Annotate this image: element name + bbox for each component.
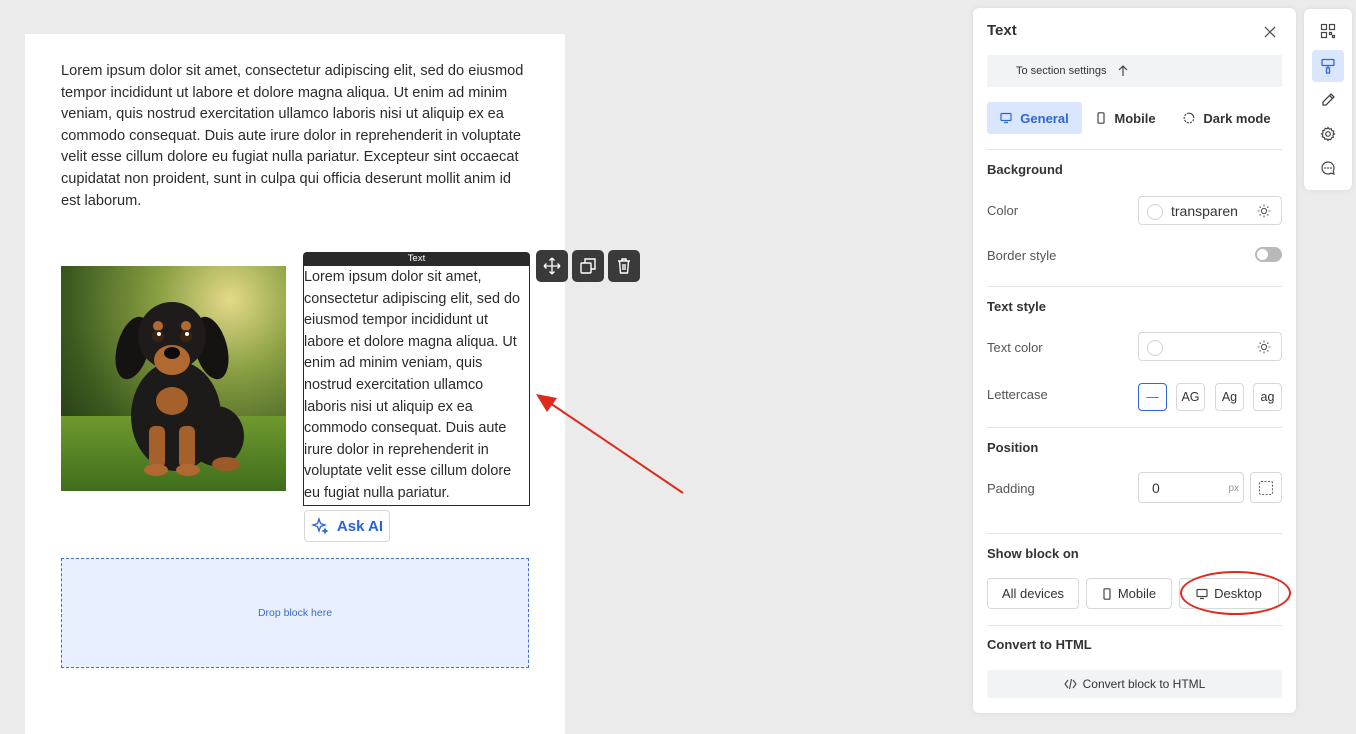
move-icon xyxy=(543,257,561,275)
divider xyxy=(987,533,1282,534)
tab-dark-mode[interactable]: Dark mode xyxy=(1170,102,1284,134)
code-icon xyxy=(1063,678,1077,690)
convert-button-label: Convert block to HTML xyxy=(1082,677,1206,691)
gear-icon xyxy=(1320,126,1336,142)
text-style-section-title: Text style xyxy=(987,299,1047,314)
drop-zone-label: Drop block here xyxy=(257,607,333,619)
comments-button[interactable] xyxy=(1312,152,1344,184)
drop-zone[interactable]: Drop block here xyxy=(61,558,529,668)
dark-mode-icon xyxy=(1184,112,1195,124)
text-color-field[interactable] xyxy=(1138,332,1282,361)
border-style-label: Border style xyxy=(987,248,1057,263)
trash-icon xyxy=(618,258,630,274)
chat-icon xyxy=(1321,161,1335,175)
lettercase-label: Lettercase xyxy=(987,387,1048,402)
padding-label: Padding xyxy=(987,481,1035,496)
color-swatch xyxy=(1147,204,1163,220)
padding-sides-button[interactable] xyxy=(1250,472,1282,503)
show-mobile-button[interactable]: Mobile xyxy=(1086,578,1172,609)
position-section-title: Position xyxy=(987,440,1039,455)
device-tabs: General Mobile Dark mode xyxy=(987,102,1284,134)
all-devices-label: All devices xyxy=(1001,586,1065,601)
delete-block-button[interactable] xyxy=(608,250,640,282)
text-color-swatch xyxy=(1147,340,1163,356)
tab-dark-mode-label: Dark mode xyxy=(1203,110,1271,126)
tab-mobile[interactable]: Mobile xyxy=(1082,102,1170,134)
show-block-on-title: Show block on xyxy=(987,546,1079,561)
style-button[interactable] xyxy=(1312,50,1344,82)
arrow-up-icon xyxy=(1118,65,1127,76)
background-color-field[interactable]: transparen xyxy=(1138,196,1282,225)
selected-text-block[interactable]: Lorem ipsum dolor sit amet, consectetur … xyxy=(303,265,530,506)
text-paragraph[interactable]: Lorem ipsum dolor sit amet, consectetur … xyxy=(61,61,533,212)
blocks-button[interactable] xyxy=(1312,15,1344,47)
convert-section-title: Convert to HTML xyxy=(987,637,1092,652)
tab-general[interactable]: General xyxy=(987,102,1082,134)
text-block-label: Text xyxy=(303,252,530,265)
ask-ai-label: Ask AI xyxy=(336,517,384,535)
lettercase-none-button[interactable]: — xyxy=(1138,383,1167,411)
desktop-icon xyxy=(1000,112,1012,124)
color-label: Color xyxy=(987,203,1019,218)
text-block-content[interactable]: Lorem ipsum dolor sit amet, consectetur … xyxy=(304,266,529,505)
padding-input[interactable]: 0 px xyxy=(1138,472,1244,503)
paint-roller-icon xyxy=(1321,58,1335,74)
duplicate-icon xyxy=(580,258,596,274)
border-style-toggle[interactable] xyxy=(1255,247,1282,262)
mobile-label: Mobile xyxy=(1117,586,1157,601)
settings-button[interactable] xyxy=(1312,118,1344,150)
divider xyxy=(987,427,1282,428)
padding-unit: px xyxy=(1228,483,1239,494)
mobile-icon xyxy=(1103,587,1111,600)
lettercase-capitalize-button[interactable]: Ag xyxy=(1215,383,1244,411)
edit-button[interactable] xyxy=(1312,84,1344,116)
panel-title: Text xyxy=(987,22,1017,39)
lettercase-upper-button[interactable]: AG xyxy=(1176,383,1205,411)
pencil-icon xyxy=(1322,93,1335,106)
padding-value: 0 xyxy=(1152,480,1160,496)
background-color-value: transparen xyxy=(1171,203,1238,219)
annotation-arrow xyxy=(536,394,684,494)
to-section-settings-button[interactable]: To section settings xyxy=(987,55,1282,87)
tool-rail xyxy=(1304,9,1352,190)
to-section-label: To section settings xyxy=(1016,65,1107,77)
dog-image[interactable] xyxy=(61,266,286,491)
grid-icon xyxy=(1320,23,1336,39)
divider xyxy=(987,149,1282,150)
convert-to-html-button[interactable]: Convert block to HTML xyxy=(987,670,1282,698)
sun-icon[interactable] xyxy=(1257,340,1271,354)
move-block-button[interactable] xyxy=(536,250,568,282)
text-color-label: Text color xyxy=(987,340,1043,355)
mobile-icon xyxy=(1097,112,1106,124)
duplicate-block-button[interactable] xyxy=(572,250,604,282)
padding-sides-icon xyxy=(1258,480,1274,496)
divider xyxy=(987,286,1282,287)
show-all-devices-button[interactable]: All devices xyxy=(987,578,1079,609)
ask-ai-button[interactable]: Ask AI xyxy=(304,510,390,542)
annotation-circle xyxy=(1180,571,1291,615)
sparkle-icon xyxy=(310,517,329,535)
tab-mobile-label: Mobile xyxy=(1114,110,1156,126)
close-icon[interactable] xyxy=(1262,24,1278,40)
tab-general-label: General xyxy=(1020,110,1069,126)
divider xyxy=(987,625,1282,626)
sun-icon[interactable] xyxy=(1257,204,1271,218)
email-canvas: Lorem ipsum dolor sit amet, consectetur … xyxy=(25,34,640,734)
lettercase-lower-button[interactable]: ag xyxy=(1253,383,1282,411)
background-section-title: Background xyxy=(987,162,1063,177)
